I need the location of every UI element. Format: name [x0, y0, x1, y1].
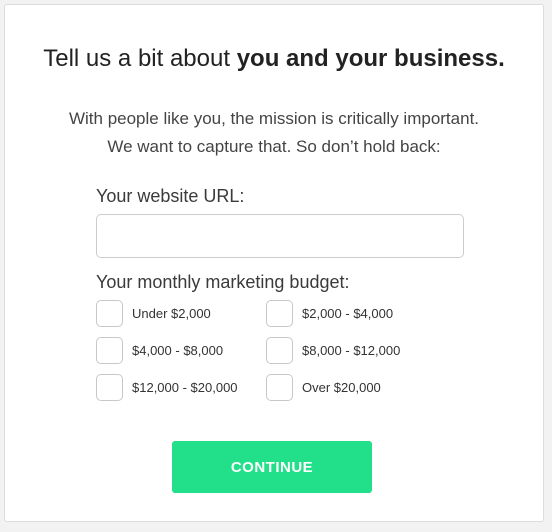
page-title: Tell us a bit about you and your busines…	[5, 45, 543, 73]
budget-label: Your monthly marketing budget:	[96, 272, 350, 292]
budget-option-label: $2,000 - $4,000	[302, 305, 394, 321]
intro-line-1: With people like you, the mission is cri…	[68, 109, 480, 128]
budget-option-under-2000[interactable]: Under $2,000	[96, 299, 211, 327]
budget-option-8000-12000[interactable]: $8,000 - $12,000	[266, 336, 400, 364]
title-emphasis: you and your business.	[236, 45, 505, 72]
budget-option-label: Under $2,000	[132, 305, 211, 321]
budget-checkbox-12000-20000[interactable]	[96, 373, 123, 401]
intro-text: With people like you, the mission is cri…	[5, 105, 543, 161]
budget-checkbox-2000-4000[interactable]	[266, 299, 293, 327]
intro-line-2: We want to capture that. So don’t hold b…	[107, 137, 441, 156]
website-url-input[interactable]	[96, 214, 464, 258]
budget-checkbox-8000-12000[interactable]	[266, 336, 293, 364]
business-info-card: Tell us a bit about you and your busines…	[4, 4, 544, 522]
budget-option-2000-4000[interactable]: $2,000 - $4,000	[266, 299, 393, 327]
budget-option-over-20000[interactable]: Over $20,000	[266, 373, 381, 401]
continue-button[interactable]: CONTINUE	[172, 441, 372, 493]
budget-option-4000-8000[interactable]: $4,000 - $8,000	[96, 336, 223, 364]
budget-checkbox-4000-8000[interactable]	[96, 336, 123, 364]
budget-option-12000-20000[interactable]: $12,000 - $20,000	[96, 373, 238, 401]
budget-option-label: $4,000 - $8,000	[132, 342, 224, 358]
budget-option-label: Over $20,000	[302, 379, 381, 395]
budget-option-label: $12,000 - $20,000	[132, 379, 238, 395]
budget-checkbox-under-2000[interactable]	[96, 299, 123, 327]
title-prefix: Tell us a bit about	[43, 45, 237, 72]
website-url-label: Your website URL:	[96, 186, 245, 206]
budget-checkbox-over-20000[interactable]	[266, 373, 293, 401]
budget-option-label: $8,000 - $12,000	[302, 342, 401, 358]
